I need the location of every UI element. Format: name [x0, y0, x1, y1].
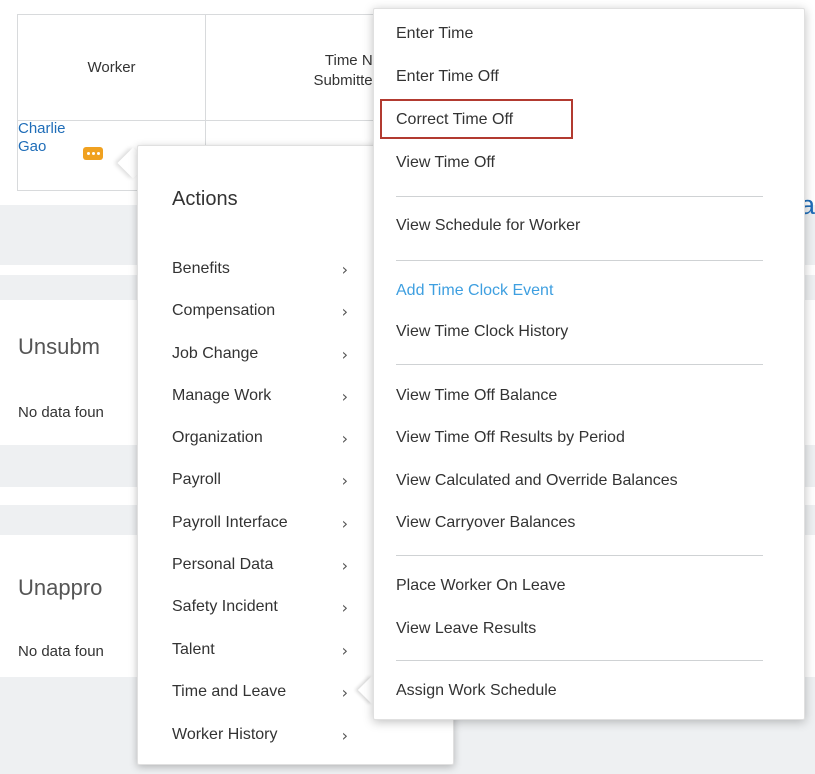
actions-item-job-change[interactable]: Job Change › — [172, 341, 352, 367]
actions-item-label: Personal Data — [172, 556, 274, 573]
worker-last-name: Gao — [18, 138, 47, 155]
submenu-item-correct-time-off[interactable]: Correct Time Off — [396, 110, 513, 130]
actions-item-label: Manage Work — [172, 387, 272, 404]
actions-item-organization[interactable]: Organization › — [172, 425, 352, 451]
submenu-item-view-time-off-balance[interactable]: View Time Off Balance — [396, 386, 557, 406]
actions-item-worker-history[interactable]: Worker History › — [172, 722, 352, 748]
section-title-unsubmitted: Unsubm — [18, 334, 100, 359]
actions-item-label: Payroll Interface — [172, 514, 288, 531]
chevron-right-icon: › — [341, 259, 348, 279]
chevron-right-icon: › — [341, 640, 348, 660]
actions-item-time-and-leave[interactable]: Time and Leave › — [172, 679, 352, 705]
chevron-right-icon: › — [341, 470, 348, 490]
actions-item-manage-work[interactable]: Manage Work › — [172, 383, 352, 409]
actions-item-benefits[interactable]: Benefits › — [172, 256, 352, 282]
actions-item-label: Talent — [172, 641, 215, 658]
submenu-item-enter-time[interactable]: Enter Time — [396, 24, 473, 44]
actions-item-label: Payroll — [172, 471, 221, 488]
submenu-item-view-carryover-balances[interactable]: View Carryover Balances — [396, 513, 575, 533]
actions-item-payroll-interface[interactable]: Payroll Interface › — [172, 510, 352, 536]
submenu-item-place-worker-on-leave[interactable]: Place Worker On Leave — [396, 576, 566, 596]
chevron-right-icon: › — [341, 682, 348, 702]
column-header-time-line2: Submitted — [313, 72, 381, 89]
chevron-right-icon: › — [341, 301, 348, 321]
submenu-item-view-calculated-and-override-balances[interactable]: View Calculated and Override Balances — [396, 471, 678, 491]
submenu-item-view-time-clock-history[interactable]: View Time Clock History — [396, 322, 568, 342]
section-title-unapproved: Unappro — [18, 575, 103, 600]
actions-item-safety-incident[interactable]: Safety Incident › — [172, 594, 352, 620]
actions-item-label: Worker History — [172, 726, 278, 743]
submenu-item-add-time-clock-event[interactable]: Add Time Clock Event — [396, 281, 553, 301]
actions-item-label: Benefits — [172, 260, 230, 277]
submenu-separator — [396, 660, 763, 661]
submenu-item-assign-work-schedule[interactable]: Assign Work Schedule — [396, 681, 557, 701]
chevron-right-icon: › — [341, 725, 348, 745]
actions-item-payroll[interactable]: Payroll › — [172, 467, 352, 493]
submenu-separator — [396, 260, 763, 261]
actions-item-talent[interactable]: Talent › — [172, 637, 352, 663]
submenu-item-enter-time-off[interactable]: Enter Time Off — [396, 67, 499, 87]
actions-item-personal-data[interactable]: Personal Data › — [172, 552, 352, 578]
chevron-right-icon: › — [341, 344, 348, 364]
column-header-time-line1: Time No — [324, 52, 381, 69]
related-actions-icon[interactable] — [83, 147, 103, 160]
actions-item-label: Job Change — [172, 345, 259, 362]
worker-link-charlie-gao[interactable]: Charlie Gao — [18, 120, 66, 156]
submenu-separator — [396, 364, 763, 365]
submenu-item-view-time-off-results-by-period[interactable]: View Time Off Results by Period — [396, 428, 625, 448]
chevron-right-icon: › — [341, 597, 348, 617]
column-header-time-not-submitted: Time No Submitted — [206, 51, 381, 91]
actions-item-label: Compensation — [172, 302, 276, 319]
chevron-right-icon: › — [341, 555, 348, 575]
chevron-right-icon: › — [341, 513, 348, 533]
actions-item-label: Organization — [172, 429, 263, 446]
column-header-worker: Worker — [87, 59, 136, 76]
worker-first-name: Charlie — [18, 120, 66, 137]
actions-item-compensation[interactable]: Compensation › — [172, 298, 352, 324]
submenu-item-view-leave-results[interactable]: View Leave Results — [396, 619, 536, 639]
submenu-separator — [396, 196, 763, 197]
actions-item-label: Safety Incident — [172, 598, 278, 615]
actions-item-label: Time and Leave — [172, 683, 287, 700]
no-data-text-1: No data foun — [18, 404, 104, 421]
no-data-text-2: No data foun — [18, 643, 104, 660]
submenu-item-view-time-off[interactable]: View Time Off — [396, 153, 495, 173]
submenu-item-view-schedule-for-worker[interactable]: View Schedule for Worker — [396, 216, 580, 236]
chevron-right-icon: › — [341, 386, 348, 406]
submenu-separator — [396, 555, 763, 556]
actions-title: Actions — [172, 188, 238, 210]
chevron-right-icon: › — [341, 428, 348, 448]
